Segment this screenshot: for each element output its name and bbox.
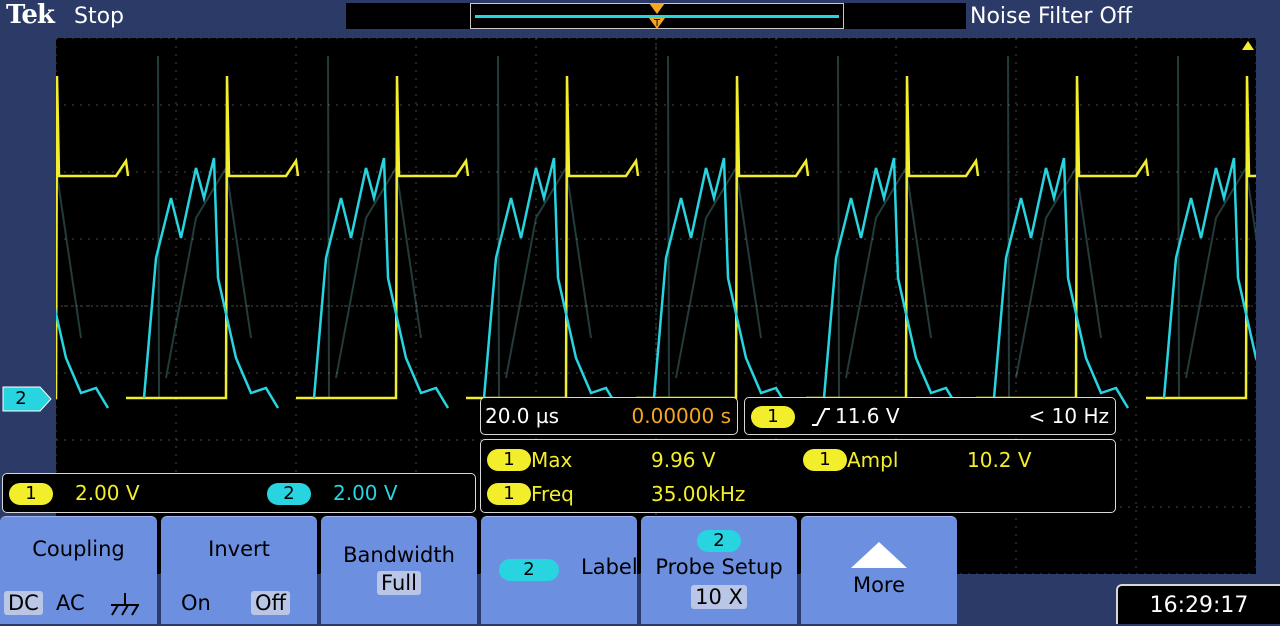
noise-filter-status[interactable]: Noise Filter Off — [970, 2, 1132, 32]
measurement-value: 35.00kHz — [651, 482, 746, 506]
horizontal-position: 0.00000 s — [631, 404, 731, 428]
more-title: More — [852, 573, 906, 597]
probe-channel-badge: 2 — [697, 530, 741, 552]
ch2-scale-badge[interactable]: 2 — [267, 483, 311, 505]
clock-display: 16:29:17 — [1116, 584, 1280, 624]
ch1-scale-badge[interactable]: 1 — [9, 483, 53, 505]
bandwidth-value: Full — [377, 571, 421, 595]
measurement-ampl: 1 Ampl 10.2 V — [803, 448, 1113, 472]
invert-menu-button[interactable]: Invert On Off — [161, 516, 317, 624]
vertical-scale-readout[interactable]: 1 2.00 V 2 2.00 V — [2, 473, 476, 513]
measurement-channel-badge: 1 — [487, 449, 531, 471]
probe-title: Probe Setup — [655, 555, 783, 579]
invert-option-off[interactable]: Off — [251, 591, 290, 615]
oscilloscope-screen: Tek Stop T Noise Filter Off 2 20.0 µs 0.… — [0, 0, 1280, 624]
probe-attenuation: 10 X — [691, 585, 747, 609]
rising-edge-icon — [812, 408, 830, 426]
measurement-freq: 1 Freq 35.00kHz — [487, 482, 797, 506]
coupling-options: DC AC — [0, 591, 157, 619]
label-title: Label — [581, 555, 638, 579]
measurement-name: Freq — [531, 482, 574, 506]
ch2-marker-label: 2 — [15, 388, 27, 409]
measurement-panel[interactable]: 1 Max 9.96 V 1 Ampl 10.2 V 1 Freq 35.00k… — [480, 439, 1116, 513]
measurement-name: Max — [531, 448, 573, 472]
trigger-readout[interactable]: 1 11.6 V < 10 Hz — [744, 397, 1116, 435]
up-arrow-icon — [851, 542, 907, 568]
probe-setup-menu-button[interactable]: 2 Probe Setup 10 X — [641, 516, 797, 624]
trigger-level-icon — [1242, 41, 1254, 50]
ground-icon[interactable] — [108, 591, 142, 617]
brand-logo: Tek — [6, 0, 55, 30]
measurement-value: 9.96 V — [651, 448, 716, 472]
measurement-channel-badge: 1 — [487, 483, 531, 505]
label-menu-button[interactable]: 2 Label — [481, 516, 638, 624]
ch2-scale-value: 2.00 V — [333, 481, 398, 505]
timebase-readout[interactable]: 20.0 µs 0.00000 s — [480, 397, 738, 435]
bandwidth-menu-button[interactable]: Bandwidth Full — [321, 516, 477, 624]
invert-option-on[interactable]: On — [181, 591, 211, 615]
trigger-level: 11.6 V — [835, 404, 900, 428]
measurement-channel-badge: 1 — [803, 449, 847, 471]
measurement-max: 1 Max 9.96 V — [487, 448, 797, 472]
more-menu-button[interactable]: More — [801, 516, 957, 624]
coupling-option-dc[interactable]: DC — [4, 591, 43, 615]
coupling-title: Coupling — [32, 537, 125, 561]
coupling-option-ac[interactable]: AC — [56, 591, 85, 615]
coupling-menu-button[interactable]: Coupling DC AC — [0, 516, 157, 624]
horizontal-scale: 20.0 µs — [485, 404, 560, 428]
bandwidth-title: Bandwidth — [343, 543, 455, 567]
measurement-name: Ampl — [847, 448, 899, 472]
svg-text:T: T — [653, 18, 661, 29]
ch1-scale-value: 2.00 V — [75, 481, 140, 505]
trigger-source-badge: 1 — [751, 406, 795, 428]
invert-title: Invert — [208, 537, 270, 561]
acquisition-state[interactable]: Stop — [74, 2, 124, 32]
trigger-frequency: < 10 Hz — [1028, 404, 1109, 428]
measurement-value: 10.2 V — [967, 448, 1032, 472]
label-channel-badge: 2 — [499, 559, 559, 581]
